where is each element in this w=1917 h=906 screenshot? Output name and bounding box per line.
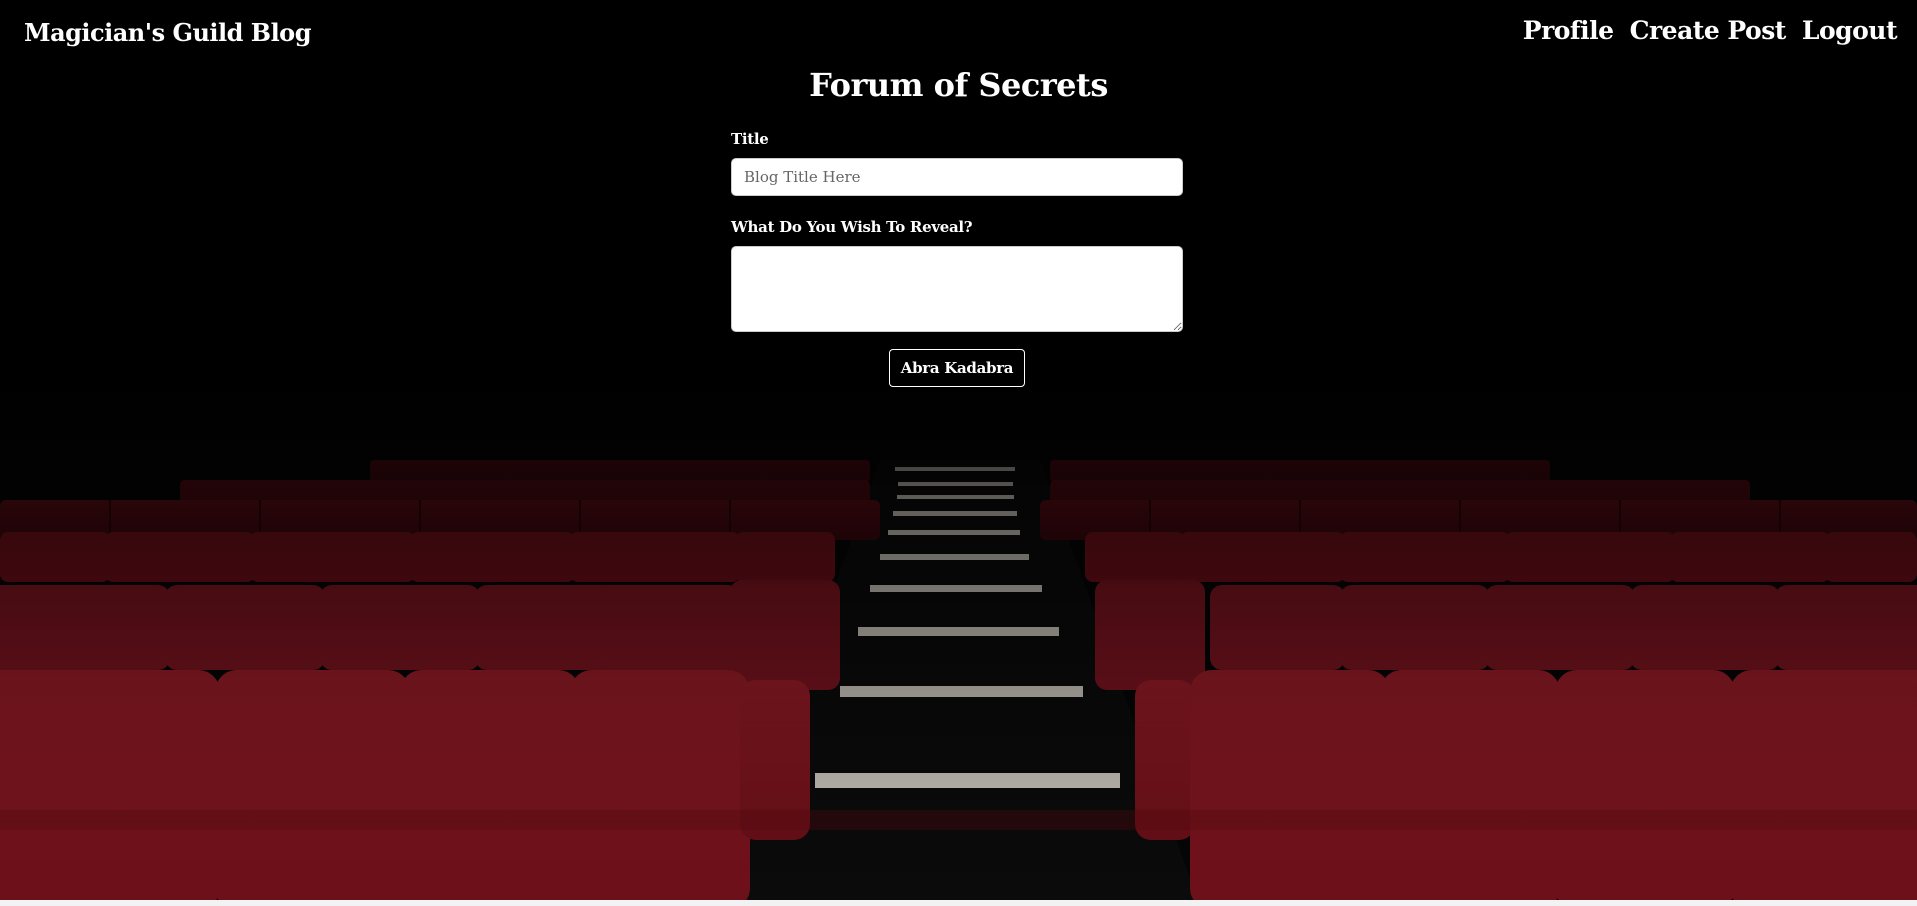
page-title: Forum of Secrets <box>809 66 1108 104</box>
bottom-scrollbar-edge <box>0 900 1917 906</box>
nav-link-logout[interactable]: Logout <box>1802 16 1898 45</box>
nav-link-profile[interactable]: Profile <box>1523 16 1614 45</box>
submit-wrapper: Abra Kadabra <box>731 349 1183 387</box>
title-input[interactable] <box>731 158 1183 196</box>
brand-link[interactable]: Magician's Guild Blog <box>24 18 311 47</box>
nav-links: Profile Create Post Logout <box>1523 16 1898 45</box>
navbar: Magician's Guild Blog Profile Create Pos… <box>0 0 1917 68</box>
create-post-form: Title What Do You Wish To Reveal? Abra K… <box>731 130 1183 387</box>
title-label: Title <box>731 130 769 148</box>
body-label: What Do You Wish To Reveal? <box>731 218 973 236</box>
submit-button[interactable]: Abra Kadabra <box>888 349 1026 387</box>
nav-link-create-post[interactable]: Create Post <box>1630 16 1787 45</box>
body-textarea[interactable] <box>731 246 1183 332</box>
page: Magician's Guild Blog Profile Create Pos… <box>0 0 1917 906</box>
